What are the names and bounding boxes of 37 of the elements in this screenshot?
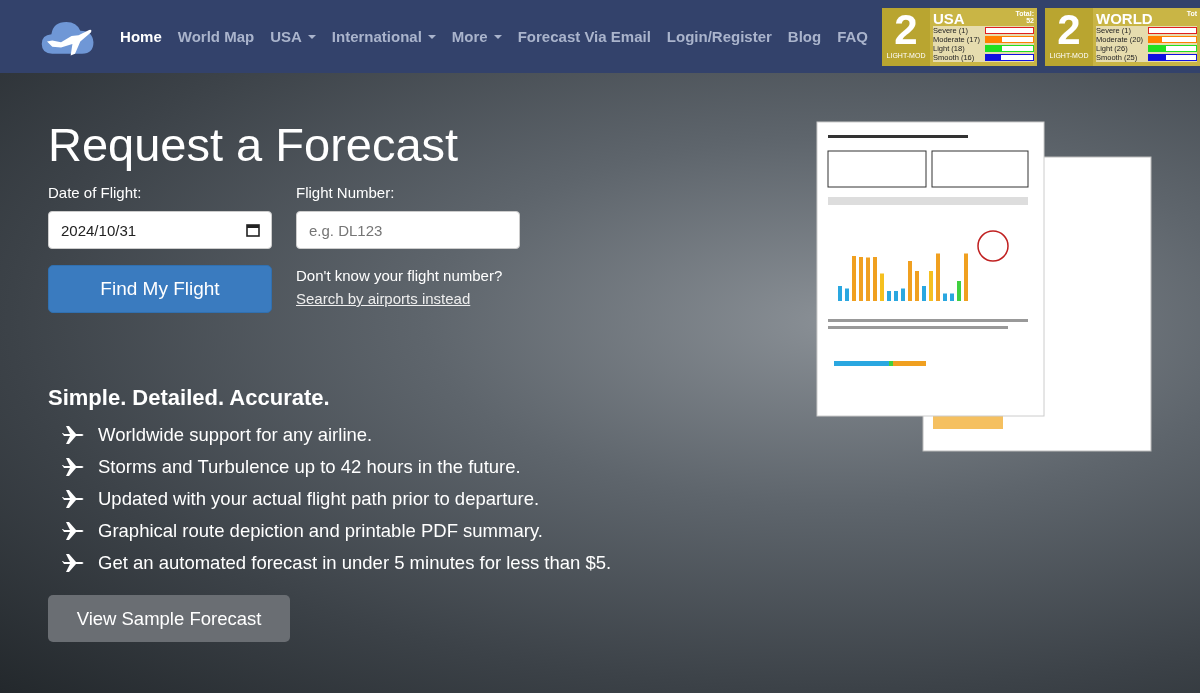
calendar-icon[interactable] xyxy=(246,223,260,237)
feature-text: Storms and Turbulence up to 42 hours in the future. xyxy=(98,456,521,478)
find-my-flight-button[interactable]: Find My Flight xyxy=(48,265,272,313)
airplane-icon xyxy=(62,455,86,479)
feature-text: Graphical route depiction and printable PDF summary. xyxy=(98,520,543,542)
badge-number: 2 xyxy=(894,7,918,52)
feature-text: Get an automated forecast in under 5 minutes for less than $5. xyxy=(98,552,612,574)
nav-link[interactable]: USA xyxy=(270,28,316,45)
nav-link[interactable]: Login/Register xyxy=(666,28,772,45)
airplane-icon xyxy=(62,519,86,543)
badge-region: WORLD xyxy=(1096,9,1153,26)
nav-link[interactable]: Forecast Via Email xyxy=(517,28,651,45)
page-title: Request a Forecast xyxy=(48,117,460,172)
feature-text: Updated with your actual flight path prior to departure. xyxy=(98,488,540,510)
nav-link[interactable]: International xyxy=(331,28,436,45)
airplane-icon xyxy=(62,487,86,511)
airplane-icon xyxy=(62,551,86,575)
flight-number-field[interactable]: e.g. DL123 xyxy=(296,211,520,249)
hint-text: Don't know your flight number? xyxy=(296,267,504,284)
feature-text: Worldwide support for any airline. xyxy=(98,424,373,446)
caret-icon xyxy=(307,34,316,39)
airplane-icon xyxy=(62,423,86,447)
nav-link[interactable]: FAQ xyxy=(837,28,868,45)
nav-link[interactable]: World Map xyxy=(177,28,255,45)
field-label: Flight Number: xyxy=(296,184,396,201)
view-sample-forecast-button[interactable]: View Sample Forecast xyxy=(48,595,290,642)
badge-number: 2 xyxy=(1057,7,1081,52)
caret-icon xyxy=(493,34,502,39)
caret-icon xyxy=(427,34,436,39)
field-label: Date of Flight: xyxy=(48,184,143,201)
tagline: Simple. Detailed. Accurate. xyxy=(48,385,331,411)
badge-region: USA xyxy=(933,9,965,26)
nav-link[interactable]: Blog xyxy=(787,28,822,45)
date-field[interactable]: 2024/10/31 xyxy=(48,211,272,249)
nav-link[interactable]: More xyxy=(451,28,502,45)
search-by-airports-link[interactable]: Search by airports instead xyxy=(296,290,596,307)
nav-link[interactable]: Home xyxy=(120,28,162,45)
